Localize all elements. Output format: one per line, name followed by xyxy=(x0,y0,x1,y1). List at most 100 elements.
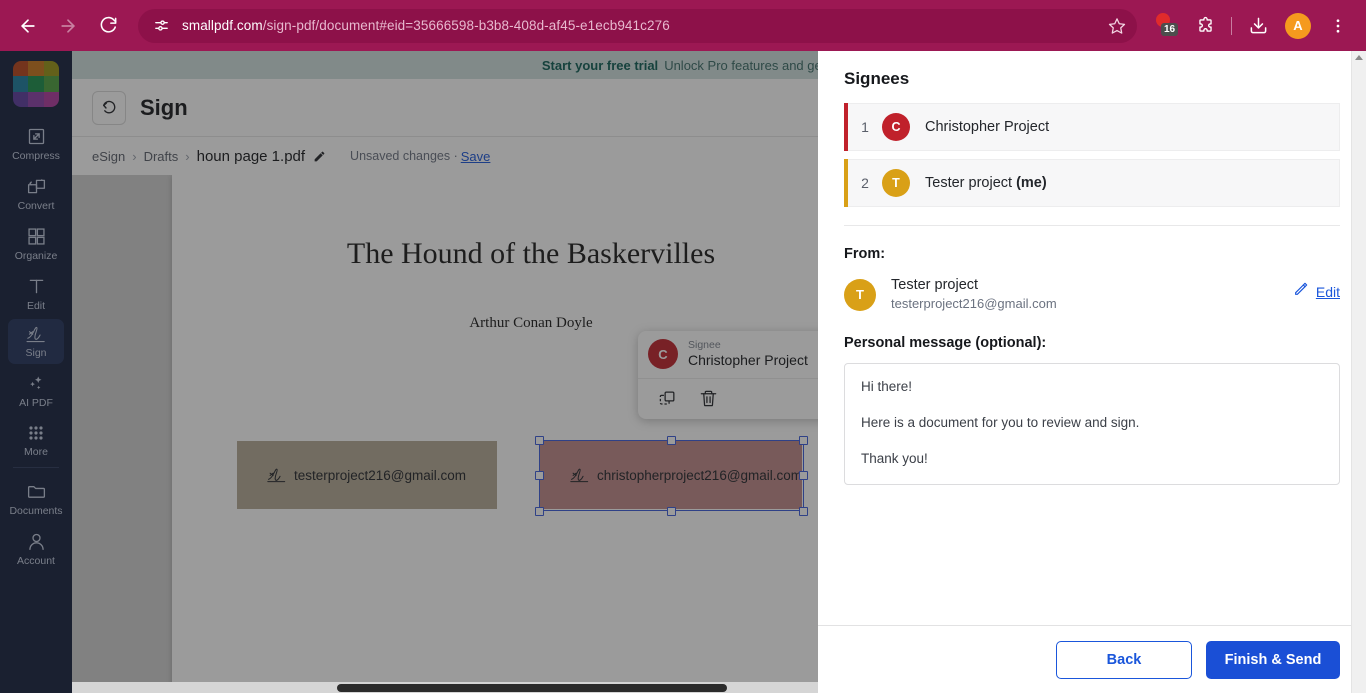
user-icon xyxy=(26,531,47,552)
puzzle-piece-icon[interactable] xyxy=(1190,11,1220,41)
edit-sender-button[interactable]: Edit xyxy=(1293,281,1340,302)
sidebar-item-convert[interactable]: Convert xyxy=(8,169,64,217)
panel-footer: Back Finish & Send xyxy=(818,625,1366,693)
resize-handle-ne[interactable] xyxy=(799,436,808,445)
back-button[interactable]: Back xyxy=(1056,640,1192,679)
pencil-icon xyxy=(1293,281,1309,302)
sparkles-icon xyxy=(26,373,47,394)
resize-handle-n[interactable] xyxy=(667,436,676,445)
breadcrumb-separator: › xyxy=(132,148,137,164)
breadcrumb-item-esign[interactable]: eSign xyxy=(92,149,125,164)
sidebar-item-more[interactable]: More xyxy=(8,416,64,463)
signee-row[interactable]: 2 T Tester project (me) xyxy=(844,159,1340,207)
unsaved-status: Unsaved changes · xyxy=(350,149,458,163)
signature-field-icon xyxy=(570,467,590,484)
forward-button[interactable] xyxy=(52,10,84,42)
signee-order-number: 1 xyxy=(861,119,869,135)
signee-avatar: C xyxy=(648,339,678,369)
logo-tile-5 xyxy=(43,76,59,92)
document-page: The Hound of the Baskervilles Arthur Con… xyxy=(172,175,890,693)
app-body: Start your free trial Unlock Pro feature… xyxy=(0,51,1366,693)
personal-message-textarea[interactable]: Hi there! Here is a document for you to r… xyxy=(844,363,1340,485)
signature-field-email: testerproject216@gmail.com xyxy=(294,467,467,483)
sidebar-item-account[interactable]: Account xyxy=(8,524,64,572)
resize-handle-se[interactable] xyxy=(799,507,808,516)
panel-divider xyxy=(844,225,1340,226)
signature-field-email: christopherproject216@gmail.com xyxy=(597,467,803,483)
sidebar-item-documents[interactable]: Documents xyxy=(8,474,64,522)
resize-handle-sw[interactable] xyxy=(535,507,544,516)
sidebar-item-ai-pdf[interactable]: AI PDF xyxy=(8,366,64,414)
url-text: smallpdf.com/sign-pdf/document#eid=35666… xyxy=(182,18,670,33)
signees-panel: Signees 1 C Christopher Project 2 T Tester pr… xyxy=(818,51,1366,693)
sidebar-items: Compress Convert Organize Edit Sign AI PDF Mor… xyxy=(8,119,64,465)
sidebar-item-sign[interactable]: Sign xyxy=(8,319,64,364)
message-line: Here is a document for you to review and… xyxy=(861,415,1140,430)
breadcrumb-item-drafts[interactable]: Drafts xyxy=(144,149,179,164)
horizontal-scrollbar-thumb[interactable] xyxy=(337,684,727,692)
sidebar-item-organize[interactable]: Organize xyxy=(8,219,64,267)
folder-icon xyxy=(26,481,47,502)
resize-handle-w[interactable] xyxy=(535,471,544,480)
convert-icon xyxy=(26,176,47,197)
signee-order-number: 2 xyxy=(861,175,869,191)
save-link[interactable]: Save xyxy=(461,149,491,164)
finish-and-send-button[interactable]: Finish & Send xyxy=(1206,640,1340,679)
extension-badge-count: 16 xyxy=(1161,22,1179,36)
sidebar-item-label: Edit xyxy=(26,300,46,312)
resize-handle-nw[interactable] xyxy=(535,436,544,445)
breadcrumb-separator-2: › xyxy=(185,148,190,164)
sidebar-item-edit[interactable]: Edit xyxy=(8,269,64,317)
horizontal-scrollbar[interactable] xyxy=(72,682,818,693)
logo-tile-7 xyxy=(28,91,44,107)
from-name: Tester project xyxy=(891,277,979,293)
reload-button[interactable] xyxy=(92,10,124,42)
scroll-up-arrow-icon[interactable] xyxy=(1355,55,1363,60)
three-dot-menu-icon[interactable] xyxy=(1323,11,1353,41)
signature-field-tester[interactable]: testerproject216@gmail.com xyxy=(237,441,497,509)
sidebar-item-label: Organize xyxy=(14,250,58,262)
browser-action-icons: 16 A xyxy=(1145,11,1358,41)
logo-tile-4 xyxy=(28,76,44,92)
signee-avatar: C xyxy=(882,113,910,141)
message-line: Hi there! xyxy=(861,379,913,394)
from-label: From: xyxy=(844,246,886,262)
star-icon[interactable] xyxy=(1103,12,1131,40)
toolbar-divider xyxy=(1231,16,1232,35)
rename-pencil-icon[interactable] xyxy=(313,150,326,163)
personal-message-label: Personal message (optional): xyxy=(844,335,1047,351)
extension-alert-icon[interactable]: 16 xyxy=(1150,11,1180,41)
document-title: The Hound of the Baskervilles xyxy=(346,237,716,270)
back-button[interactable] xyxy=(12,10,44,42)
app-screen: smallpdf.com/sign-pdf/document#eid=35666… xyxy=(0,0,1366,693)
signee-name: Christopher Project xyxy=(925,119,1050,135)
signee-list: 1 C Christopher Project 2 T Tester project (m… xyxy=(844,103,1340,207)
trash-icon[interactable] xyxy=(699,389,718,408)
sidebar-item-compress[interactable]: Compress xyxy=(8,119,64,167)
duplicate-icon[interactable] xyxy=(658,389,677,408)
resize-handle-s[interactable] xyxy=(667,507,676,516)
edit-label: Edit xyxy=(1315,283,1340,300)
sidebar-item-label: More xyxy=(24,446,48,458)
message-line: Thank you! xyxy=(861,451,928,466)
breadcrumb-current-file: houn page 1.pdf xyxy=(196,147,306,165)
undo-button[interactable] xyxy=(92,90,126,125)
logo-tile-8 xyxy=(43,91,59,107)
logo-tile-1 xyxy=(28,61,44,77)
url-path: /sign-pdf/document#eid=35666598-b3b8-408… xyxy=(262,18,670,33)
panel-scrollbar[interactable] xyxy=(1351,51,1366,693)
left-sidebar: Compress Convert Organize Edit Sign AI PDF Mor… xyxy=(0,51,72,693)
grid-dots-icon xyxy=(26,423,46,443)
download-icon[interactable] xyxy=(1243,11,1273,41)
site-settings-icon[interactable] xyxy=(148,13,174,39)
resize-handle-e[interactable] xyxy=(799,471,808,480)
profile-avatar[interactable]: A xyxy=(1283,11,1313,41)
signee-avatar: T xyxy=(882,169,910,197)
signature-field-christopher[interactable]: christopherproject216@gmail.com xyxy=(540,441,802,509)
signee-row[interactable]: 1 C Christopher Project xyxy=(844,103,1340,151)
smallpdf-logo[interactable] xyxy=(13,61,59,107)
document-author: Arthur Conan Doyle xyxy=(469,315,593,331)
from-texts: Tester project testerproject216@gmail.co… xyxy=(891,276,1057,313)
address-bar[interactable]: smallpdf.com/sign-pdf/document#eid=35666… xyxy=(138,8,1137,43)
browser-toolbar: smallpdf.com/sign-pdf/document#eid=35666… xyxy=(0,0,1366,51)
